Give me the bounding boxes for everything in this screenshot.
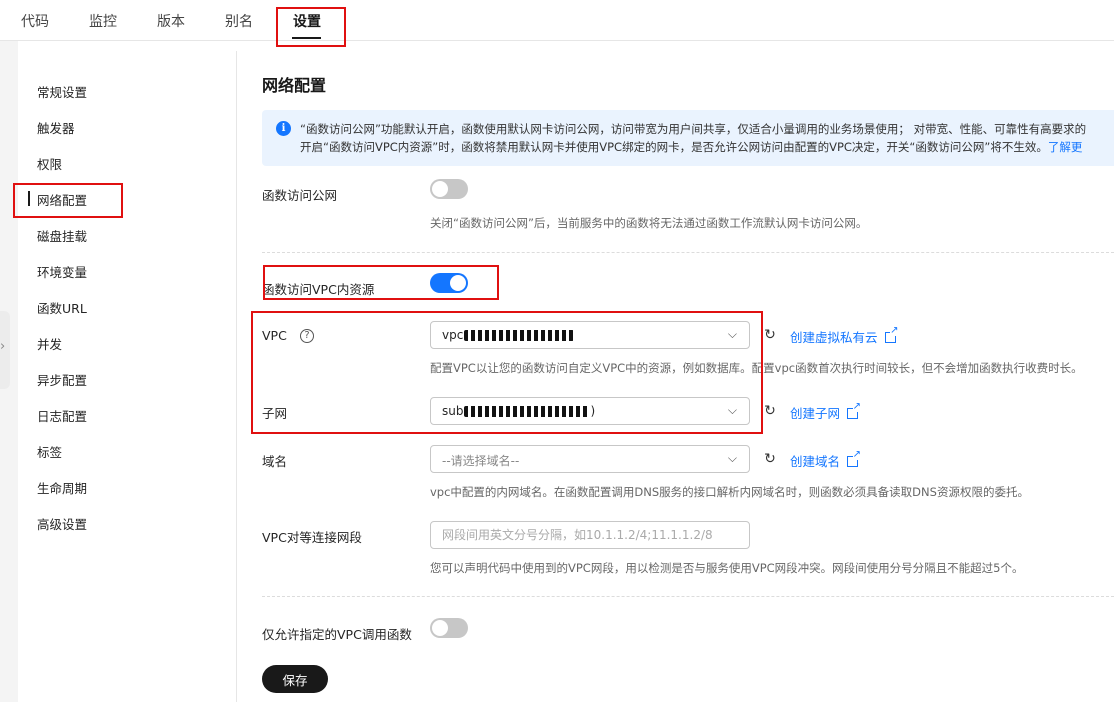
active-tab-indicator — [292, 37, 321, 39]
external-link-icon — [884, 326, 899, 343]
tab-settings[interactable]: 设置 — [293, 11, 321, 31]
sidebar-item-disk-mount[interactable]: 磁盘挂载 — [37, 226, 87, 245]
sidebar-item-network[interactable]: 网络配置 — [27, 190, 87, 209]
help-icon[interactable]: ? — [300, 329, 314, 343]
sidebar-item-concurrency[interactable]: 并发 — [37, 334, 62, 353]
sidebar-item-async[interactable]: 异步配置 — [37, 370, 87, 389]
vpc-peering-input[interactable] — [430, 521, 750, 549]
vpc-peering-hint: 您可以声明代码中使用到的VPC网段，用以检测是否与服务使用VPC网段冲突。网段间… — [430, 561, 1024, 575]
sidebar-item-general[interactable]: 常规设置 — [37, 82, 87, 101]
vpc-select-value: vpc — [442, 328, 575, 342]
vpc-value-prefix: vpc — [442, 328, 464, 342]
tab-alias[interactable]: 别名 — [225, 11, 253, 31]
section-divider — [262, 596, 1114, 597]
page-title: 网络配置 — [262, 76, 327, 95]
subnet-label: 子网 — [262, 406, 288, 421]
public-access-switch[interactable] — [430, 179, 468, 199]
sidebar-item-lifecycle[interactable]: 生命周期 — [37, 478, 87, 497]
vpc-label: VPC — [262, 328, 287, 343]
section-divider — [262, 252, 1114, 253]
sidebar-item-tags[interactable]: 标签 — [37, 442, 62, 461]
refresh-icon[interactable]: ↻ — [762, 451, 778, 467]
vpc-access-switch[interactable] — [430, 273, 468, 293]
tab-version[interactable]: 版本 — [157, 11, 185, 31]
subnet-value-suffix: ) — [590, 404, 596, 418]
sidebar-item-advanced[interactable]: 高级设置 — [37, 514, 87, 533]
domain-hint: vpc中配置的内网域名。在函数配置调用DNS服务的接口解析内网域名时，则函数必须… — [430, 485, 1029, 499]
create-domain-link[interactable]: 创建域名 — [790, 450, 862, 470]
sidebar-item-env-vars[interactable]: 环境变量 — [37, 262, 87, 281]
refresh-icon[interactable]: ↻ — [762, 403, 778, 419]
refresh-icon[interactable]: ↻ — [762, 327, 778, 343]
tab-monitor[interactable]: 监控 — [89, 11, 117, 31]
info-text-line1: “函数访问公网”功能默认开启，函数使用默认网卡访问公网，访问带宽为用户间共享，仅… — [300, 122, 1087, 136]
sidebar-item-function-url[interactable]: 函数URL — [37, 298, 87, 317]
info-text-line2-wrap: 开启“函数访问VPC内资源”时，函数将禁用默认网卡并使用VPC绑定的网卡，是否允… — [300, 139, 1082, 155]
vpc-hint: 配置VPC以让您的函数访问自定义VPC中的资源，例如数据库。配置vpc函数首次执… — [430, 361, 1083, 375]
create-subnet-label: 创建子网 — [790, 406, 841, 421]
info-icon: i — [276, 121, 291, 136]
domain-select-placeholder: --请选择域名-- — [442, 454, 520, 468]
chevron-right-icon: › — [0, 339, 6, 354]
create-vpc-link[interactable]: 创建虚拟私有云 — [790, 326, 899, 346]
sidebar-item-logging[interactable]: 日志配置 — [37, 406, 87, 425]
vpc-access-label: 函数访问VPC内资源 — [262, 282, 375, 297]
chevron-down-icon: ⌵ — [727, 403, 737, 417]
create-vpc-label: 创建虚拟私有云 — [790, 330, 878, 345]
info-banner: i “函数访问公网”功能默认开启，函数使用默认网卡访问公网，访问带宽为用户间共享… — [262, 110, 1114, 166]
domain-label: 域名 — [262, 454, 288, 469]
sidebar-item-triggers[interactable]: 触发器 — [37, 118, 75, 137]
external-link-icon — [847, 402, 862, 419]
subnet-select[interactable]: sub) ⌵ — [430, 397, 750, 425]
vpc-select[interactable]: vpc ⌵ — [430, 321, 750, 349]
public-access-label: 函数访问公网 — [262, 188, 338, 203]
restrict-vpc-label: 仅允许指定的VPC调用函数 — [262, 627, 412, 642]
collapse-handle[interactable]: › — [0, 311, 10, 389]
subnet-value-prefix: sub — [442, 404, 464, 418]
subnet-select-value: sub) — [442, 404, 595, 418]
learn-more-link[interactable]: 了解更 — [1048, 140, 1083, 154]
sidebar-item-permissions[interactable]: 权限 — [37, 154, 62, 173]
switch-knob — [432, 620, 448, 636]
tab-code[interactable]: 代码 — [21, 11, 49, 31]
settings-sidebar: 常规设置 触发器 权限 网络配置 磁盘挂载 环境变量 函数URL 并发 异步配置… — [18, 51, 237, 702]
top-tab-bar: 代码 监控 版本 别名 设置 — [0, 0, 1114, 41]
switch-knob — [432, 181, 448, 197]
switch-knob — [450, 275, 466, 291]
chevron-down-icon: ⌵ — [727, 451, 737, 465]
public-access-hint: 关闭“函数访问公网”后，当前服务中的函数将无法通过函数工作流默认网卡访问公网。 — [430, 216, 868, 230]
domain-select[interactable]: --请选择域名-- ⌵ — [430, 445, 750, 473]
restrict-vpc-switch[interactable] — [430, 618, 468, 638]
vpc-peering-label: VPC对等连接网段 — [262, 530, 362, 545]
redacted-mask — [464, 406, 591, 417]
save-button[interactable]: 保存 — [262, 665, 328, 693]
external-link-icon — [847, 450, 862, 467]
chevron-down-icon: ⌵ — [727, 327, 737, 341]
info-text-line2: 开启“函数访问VPC内资源”时，函数将禁用默认网卡并使用VPC绑定的网卡，是否允… — [300, 140, 1048, 154]
create-subnet-link[interactable]: 创建子网 — [790, 402, 862, 422]
create-domain-label: 创建域名 — [790, 454, 841, 469]
redacted-mask — [464, 330, 575, 341]
